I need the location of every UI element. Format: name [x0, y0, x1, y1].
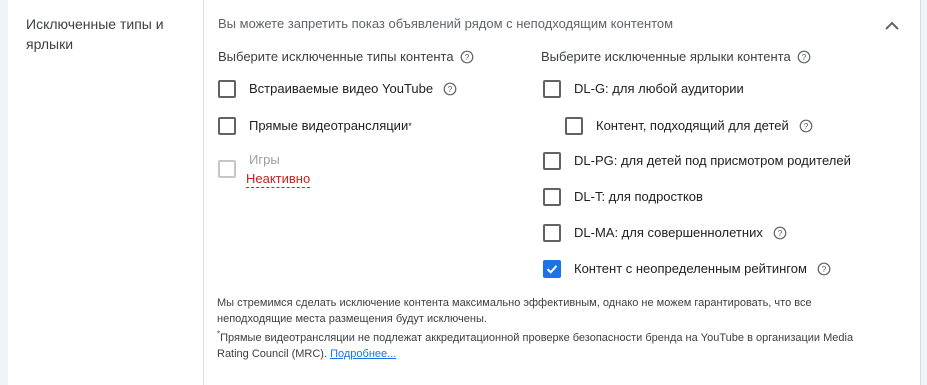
checkbox-dl-pg[interactable] [543, 152, 561, 170]
option-unrated-content-label: Контент с неопределенным рейтингом [574, 261, 807, 276]
section-summary: Вы можете запретить показ объявлений ряд… [218, 16, 674, 31]
help-icon[interactable]: ? [773, 226, 787, 240]
option-family-content-label: Контент, подходящий для детей [596, 118, 789, 133]
live-streams-footnote-text: Прямые видеотрансляции не подлежат аккре… [217, 332, 854, 360]
section-title: Исключенные типы и ярлыки [26, 16, 164, 52]
option-live-streams[interactable]: Прямые видеотрансляции * [218, 117, 412, 135]
option-games-label: Игры [249, 152, 280, 167]
content-types-heading: Выберите исключенные типы контента ? [218, 48, 474, 66]
checkbox-embedded-youtube[interactable] [218, 80, 236, 98]
checkbox-dl-t[interactable] [543, 188, 561, 206]
option-dl-ma[interactable]: DL-MA: для совершеннолетних ? [543, 224, 787, 242]
option-embedded-youtube-label: Встраиваемые видео YouTube [249, 81, 434, 96]
option-dl-t[interactable]: DL-T: для подростков [543, 188, 703, 206]
option-dl-ma-label: DL-MA: для совершеннолетних [574, 225, 763, 240]
content-labels-heading: Выберите исключенные ярлыки контента ? [541, 48, 811, 66]
svg-text:?: ? [448, 84, 453, 94]
svg-text:?: ? [464, 52, 469, 62]
option-live-streams-label: Прямые видеотрансляции [249, 118, 409, 133]
checkbox-family-content[interactable] [565, 117, 583, 135]
checkbox-dl-ma[interactable] [543, 224, 561, 242]
svg-text:?: ? [801, 52, 806, 62]
excluded-content-panel: Исключенные типы и ярлыки Вы можете запр… [8, 0, 921, 385]
help-icon[interactable]: ? [797, 50, 811, 64]
checkbox-games [218, 160, 236, 178]
option-dl-pg[interactable]: DL-PG: для детей под присмотром родителе… [543, 152, 851, 170]
option-dl-g-label: DL-G: для любой аудитории [574, 81, 744, 96]
option-dl-t-label: DL-T: для подростков [574, 189, 703, 204]
option-dl-pg-label: DL-PG: для детей под присмотром родителе… [574, 153, 851, 168]
help-icon[interactable]: ? [460, 50, 474, 64]
help-icon[interactable]: ? [443, 82, 457, 96]
disclaimer-text: Мы стремимся сделать исключение контента… [217, 297, 812, 325]
option-family-content[interactable]: Контент, подходящий для детей ? [565, 117, 813, 135]
option-dl-g[interactable]: DL-G: для любой аудитории [543, 80, 744, 98]
learn-more-link[interactable]: Подробнее... [330, 348, 396, 360]
chevron-up-icon [885, 21, 899, 30]
live-streams-footnote: *Прямые видеотрансляции не подлежат аккр… [217, 330, 877, 362]
svg-text:?: ? [803, 121, 808, 131]
content-types-heading-label: Выберите исключенные типы контента [218, 49, 454, 64]
help-icon[interactable]: ? [799, 119, 813, 133]
checkbox-live-streams[interactable] [218, 117, 236, 135]
svg-text:?: ? [777, 228, 782, 238]
checkbox-dl-g[interactable] [543, 80, 561, 98]
inactive-status-link[interactable]: Неактивно [246, 171, 311, 188]
content-labels-heading-label: Выберите исключенные ярлыки контента [541, 49, 791, 64]
svg-text:?: ? [822, 264, 827, 274]
option-unrated-content[interactable]: Контент с неопределенным рейтингом ? [543, 260, 831, 278]
option-embedded-youtube[interactable]: Встраиваемые видео YouTube ? [218, 80, 457, 98]
help-icon[interactable]: ? [817, 262, 831, 276]
column-divider [203, 0, 204, 385]
checkbox-unrated-content[interactable] [543, 260, 561, 278]
collapse-button[interactable] [880, 14, 904, 38]
check-icon [546, 265, 558, 274]
